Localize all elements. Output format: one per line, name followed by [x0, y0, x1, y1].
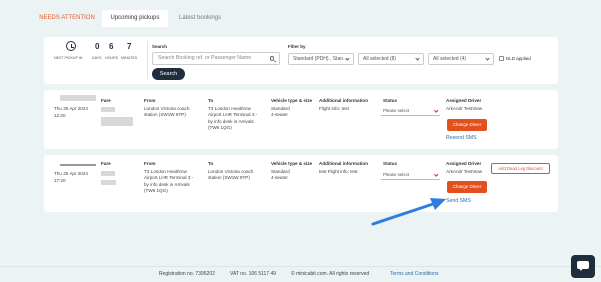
- chevron-down-icon: [485, 56, 490, 61]
- copyright: © minicabit.com. All rights reserved: [291, 271, 370, 277]
- other-filter-value: All selected (4): [433, 56, 467, 62]
- days-label: DAYS: [92, 56, 102, 60]
- to-line: (TW6 1QG): [208, 125, 232, 131]
- chevron-down-icon: [415, 56, 420, 61]
- to-header: To: [208, 161, 214, 166]
- info-header: Additional information: [319, 161, 368, 166]
- booking-card: Thu 25 Apr 2024 17:20 Fare From T3 Londo…: [44, 155, 558, 212]
- booking-card: Thu 25 Apr 2024 12:20 Fare From London V…: [44, 90, 558, 149]
- change-driver-button[interactable]: Change Driver: [447, 119, 487, 131]
- redacted-booking-ref: [60, 95, 96, 101]
- redacted-booking-ref: [60, 164, 96, 166]
- status-select[interactable]: Please select: [381, 170, 440, 180]
- other-filter-select[interactable]: All selected (4): [428, 53, 494, 65]
- status-select[interactable]: Please select: [381, 106, 440, 116]
- additional-info: test Flight info: test: [319, 169, 358, 174]
- to-header: To: [208, 98, 214, 103]
- fare-header: Fare: [101, 98, 111, 103]
- search-label: Search: [152, 44, 168, 49]
- from-header: From: [144, 98, 156, 103]
- chevron-down-icon: [345, 56, 350, 61]
- info-header: Additional information: [319, 98, 368, 103]
- hours-label: HOURS: [105, 56, 118, 60]
- pickup-time: 12:20: [54, 113, 66, 118]
- next-pickup-label: NEXT PICKUP IN: [54, 56, 83, 60]
- from-line: station (SW1W 9TP): [144, 112, 186, 118]
- redacted-passenger: [101, 180, 116, 185]
- pickup-date: Thu 25 Apr 2024: [54, 171, 88, 176]
- to-line: station (SW1W 9TP): [208, 175, 250, 181]
- from-header: From: [144, 161, 156, 166]
- pickup-time: 17:20: [54, 178, 66, 183]
- status-value: Please select: [383, 172, 410, 177]
- countdown-hours: 6: [109, 42, 114, 51]
- pickup-date: Thu 25 Apr 2024: [54, 106, 88, 111]
- driver-header: Assigned Driver: [446, 98, 482, 103]
- registration-number: Registration no. 7395202: [159, 271, 215, 277]
- vat-number: VAT no. 106 5117 49: [230, 271, 277, 277]
- search-filter-panel: NEXT PICKUP IN 0 6 7 DAYS HOURS MINUTES …: [44, 37, 558, 84]
- countdown-days: 0: [95, 42, 100, 51]
- tab-bar: NEEDS ATTENTION Upcoming pickups Latest …: [0, 0, 601, 27]
- search-icon: [269, 56, 274, 61]
- dld-applied-checkbox[interactable]: [499, 56, 504, 61]
- status-header: Status: [383, 98, 398, 103]
- chat-button[interactable]: [571, 255, 595, 278]
- tab-latest-bookings[interactable]: Latest bookings: [172, 11, 228, 26]
- clock-icon: [66, 41, 76, 51]
- vehicle-filter-select[interactable]: Standard (PDH) , Stan...: [288, 53, 354, 65]
- assigned-driver: ArkAndr TestView: [446, 169, 483, 174]
- filter-label: Filter by: [288, 44, 306, 49]
- search-button[interactable]: Search: [152, 68, 185, 80]
- status-value: Please select: [383, 108, 410, 113]
- status-header: Status: [383, 161, 398, 166]
- fare-header: Fare: [101, 161, 111, 166]
- footer-divider: [0, 266, 601, 267]
- chat-icon: [577, 261, 589, 271]
- vehicle-filter-value: Standard (PDH) , Stan...: [293, 56, 348, 62]
- additional-info: Flight info: test: [319, 106, 349, 111]
- minutes-label: MINUTES: [121, 56, 138, 60]
- from-line: (TW6 1QG): [144, 188, 168, 194]
- vehicle-size: 4-seater: [271, 112, 288, 118]
- tab-needs-attention[interactable]: NEEDS ATTENTION: [36, 11, 98, 26]
- vehicle-header: Vehicle type & size: [271, 161, 313, 166]
- redacted-fare: [101, 171, 115, 176]
- status-filter-select[interactable]: All selected (8): [358, 53, 424, 65]
- chevron-down-icon: [433, 107, 438, 112]
- redacted-fare: [101, 107, 115, 112]
- add-dead-leg-discount-button[interactable]: Add Dead Leg Discount: [491, 163, 550, 174]
- driver-header: Assigned Driver: [446, 161, 482, 166]
- change-driver-button[interactable]: Change Driver: [447, 181, 487, 193]
- search-input[interactable]: Search Booking ref. or Passenger Name: [152, 52, 280, 65]
- terms-link[interactable]: Terms and Conditions: [390, 271, 438, 277]
- dld-applied-label: DLD applied: [506, 56, 531, 61]
- redacted-passenger: [101, 117, 133, 126]
- tab-upcoming-pickups[interactable]: Upcoming pickups: [102, 10, 168, 27]
- annotation-arrow: [371, 198, 446, 226]
- assigned-driver: ArkAndr TestView: [446, 106, 483, 111]
- countdown-minutes: 7: [127, 42, 132, 51]
- divider: [147, 41, 148, 79]
- chevron-down-icon: [433, 171, 438, 176]
- vehicle-header: Vehicle type & size: [271, 98, 313, 103]
- vehicle-size: 4-seater: [271, 175, 288, 181]
- status-filter-value: All selected (8): [363, 56, 397, 62]
- resend-sms-link[interactable]: Resend SMS: [446, 135, 477, 141]
- search-placeholder: Search Booking ref. or Passenger Name: [158, 55, 252, 61]
